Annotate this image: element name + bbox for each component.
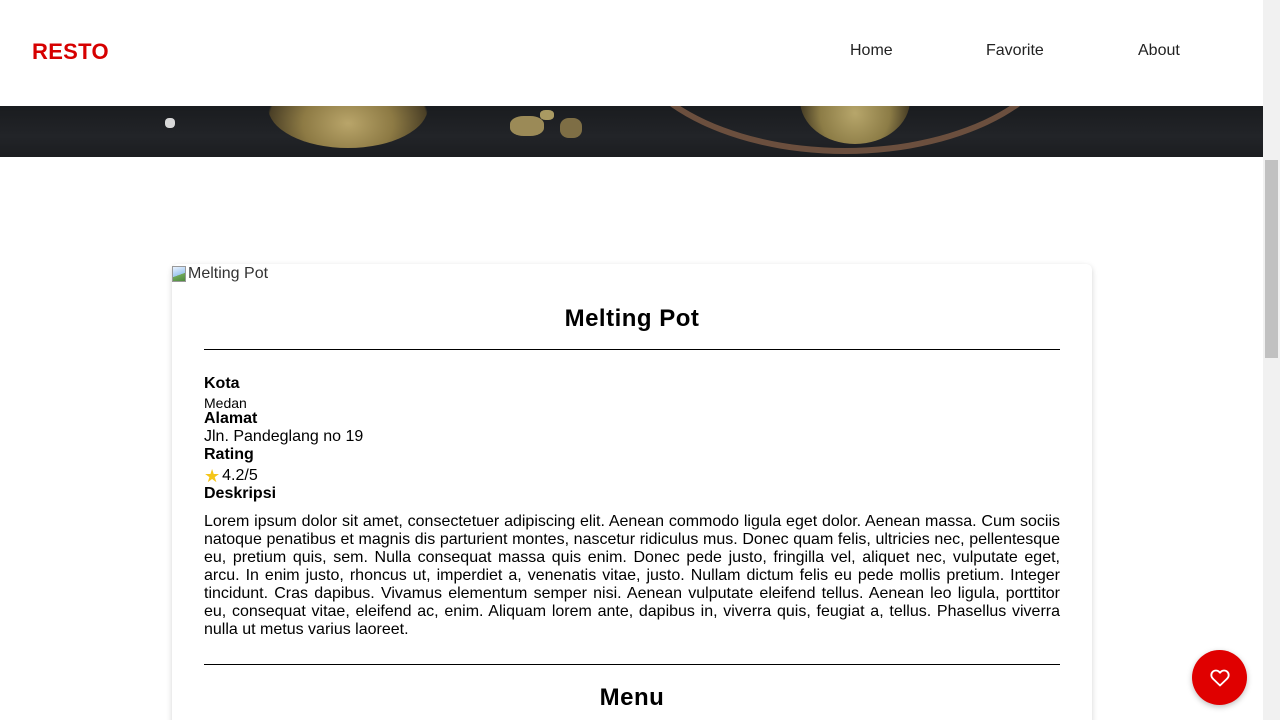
city-label: Kota <box>204 375 240 392</box>
city-value: Medan <box>204 395 247 411</box>
description-label: Deskripsi <box>204 485 277 502</box>
hero-crumb <box>510 116 544 136</box>
rating-value-row: ★ 4.2/5 <box>204 467 1060 485</box>
menu-heading: Menu <box>599 684 665 711</box>
nav-about-link[interactable]: About <box>1138 42 1180 60</box>
restaurant-name: Melting Pot <box>564 305 700 332</box>
restaurant-image-alt: Melting Pot <box>188 265 269 282</box>
app-bar: RESTO Home Favorite About <box>0 0 1263 106</box>
nav-home-link[interactable]: Home <box>850 42 893 60</box>
rating-label: Rating <box>204 446 254 463</box>
divider <box>204 349 1060 350</box>
address-label: Alamat <box>204 410 258 427</box>
star-icon: ★ <box>204 466 221 486</box>
hero-image <box>0 106 1263 157</box>
restaurant-detail-card: Melting Pot Melting Pot Kota Medan Alama… <box>172 264 1092 720</box>
favorite-button[interactable] <box>1192 650 1247 705</box>
scrollbar-thumb[interactable] <box>1265 160 1278 358</box>
page-scrollbar[interactable] <box>1263 0 1280 720</box>
restaurant-image: Melting Pot <box>172 265 268 283</box>
hero-crumb <box>560 118 582 138</box>
divider <box>204 664 1060 665</box>
brand-logo[interactable]: RESTO <box>32 39 109 65</box>
hero-crumb <box>540 110 554 120</box>
hero-food-left <box>268 106 428 148</box>
description-text: Lorem ipsum dolor sit amet, consectetuer… <box>204 513 1060 638</box>
nav-favorite-link[interactable]: Favorite <box>986 42 1044 60</box>
rating-value: 4.2/5 <box>222 467 258 484</box>
heart-icon <box>1209 669 1230 686</box>
hero-crumb <box>165 118 175 128</box>
broken-image-icon <box>172 266 186 282</box>
address-value: Jln. Pandeglang no 19 <box>204 428 364 445</box>
